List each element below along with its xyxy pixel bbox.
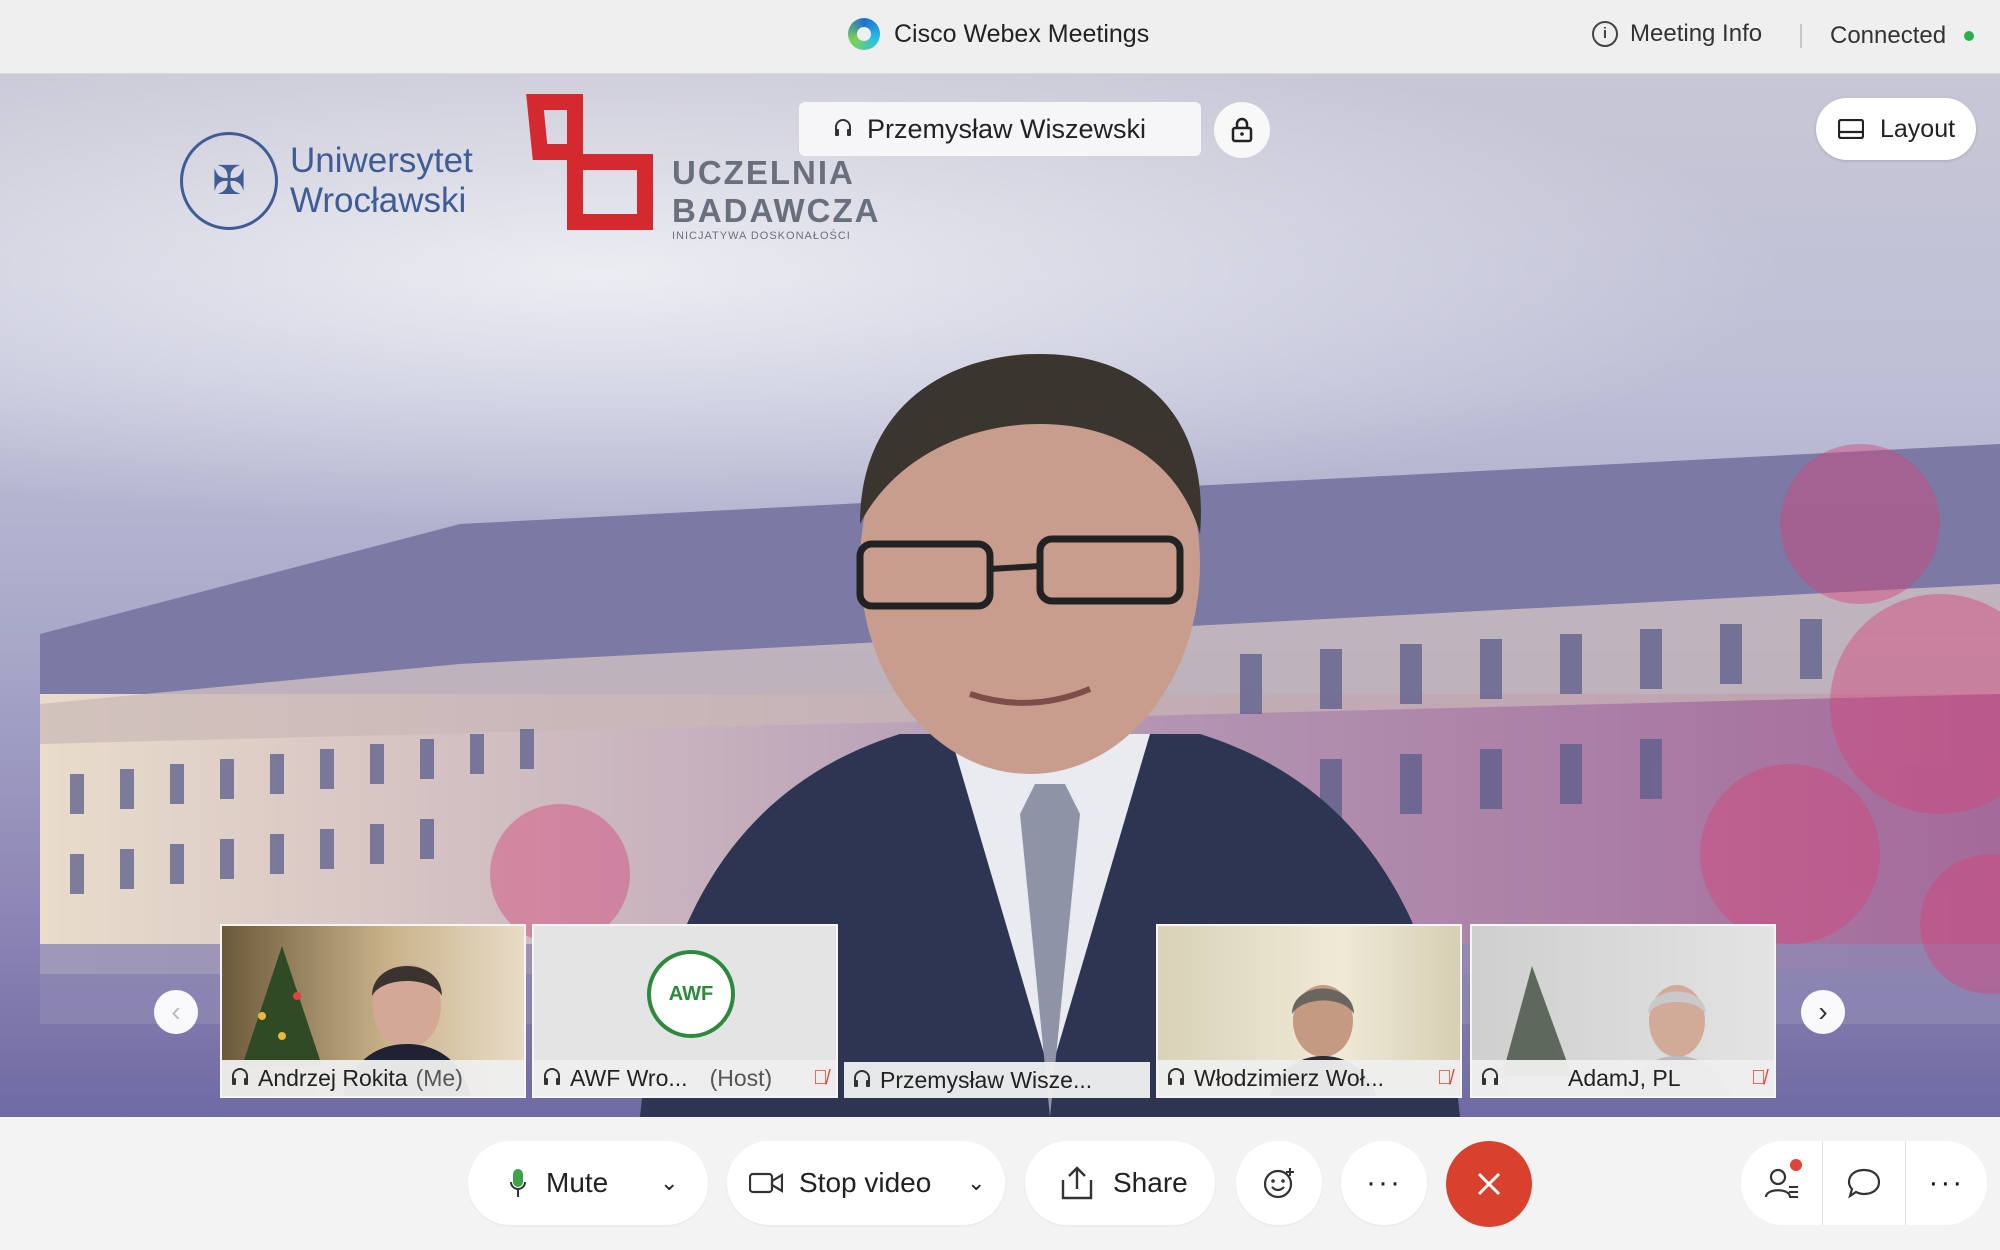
mute-options-chevron-icon[interactable]: ⌄: [660, 1170, 678, 1196]
university-name-line1: Uniwersytet: [290, 141, 473, 180]
eagle-seal-icon: ✠: [180, 132, 278, 230]
status-dot-icon: [1964, 31, 1975, 41]
tile-label: AdamJ, PL 🎙̸: [1472, 1060, 1774, 1096]
headset-icon: [232, 1068, 248, 1085]
stop-video-button[interactable]: Stop video: [727, 1141, 947, 1225]
participant-name: AWF Wro...: [570, 1064, 688, 1091]
share-icon: [1061, 1166, 1093, 1200]
participant-name: Włodzimierz Woł...: [1194, 1064, 1384, 1091]
microphone-icon: [510, 1169, 526, 1197]
more-icon: ···: [1928, 1166, 1965, 1199]
university-wroclaw-logo: ✠ Uniwersytet Wrocławski: [180, 132, 473, 230]
webex-logo-icon: [848, 18, 880, 50]
stop-video-label: Stop video: [799, 1167, 932, 1198]
app-title-group: Cisco Webex Meetings: [848, 18, 1149, 50]
more-icon: ···: [1366, 1166, 1402, 1199]
video-options-chevron-icon[interactable]: ⌄: [967, 1170, 985, 1196]
chat-button[interactable]: [1823, 1141, 1906, 1225]
university-name-line2: Wrocławski: [290, 181, 467, 220]
participant-tile[interactable]: Włodzimierz Woł... 🎙̸: [1156, 924, 1462, 1098]
tile-label: Andrzej Rokita (Me): [222, 1060, 524, 1096]
connection-status: Connected: [1830, 22, 1975, 50]
participant-tag: (Host): [709, 1064, 773, 1091]
lock-meeting-button[interactable]: [1214, 102, 1270, 158]
participant-name: Przemysław Wisze...: [880, 1066, 1093, 1093]
headset-icon: [835, 119, 851, 136]
participant-tile[interactable]: AdamJ, PL 🎙̸: [1470, 924, 1776, 1098]
meeting-controls: Mute ⌄ Stop video ⌄ Share ··· ···: [0, 1117, 2000, 1250]
tile-label: AWF Wro... (Host) 🎙̸: [534, 1060, 836, 1096]
panel-more-button[interactable]: ···: [1906, 1141, 1987, 1225]
chat-icon: [1847, 1168, 1881, 1199]
participant-tile[interactable]: Andrzej Rokita (Me): [220, 924, 526, 1098]
muted-mic-icon: 🎙̸: [813, 1066, 828, 1089]
awf-logo-text: AWF: [668, 982, 714, 1005]
share-label: Share: [1113, 1167, 1188, 1198]
participant-tile[interactable]: AWF AWF Wro... (Host) 🎙̸: [532, 924, 838, 1098]
participants-button[interactable]: [1741, 1141, 1824, 1225]
ub-text-block: UCZELNIA BADAWCZA INICJATYWA DOSKONAŁOŚC…: [672, 154, 880, 242]
headset-icon: [544, 1068, 560, 1085]
active-speaker-name: Przemysław Wiszewski: [867, 113, 1147, 144]
headset-icon: [1168, 1068, 1184, 1085]
mute-button[interactable]: Mute: [468, 1141, 640, 1225]
muted-mic-icon: 🎙̸: [1751, 1066, 1766, 1089]
app-title: Cisco Webex Meetings: [894, 19, 1150, 48]
ub-line2: BADAWCZA: [672, 192, 881, 229]
ub-mark-icon: [526, 94, 653, 230]
filmstrip-next-button[interactable]: ›: [1801, 990, 1845, 1034]
video-control: Stop video ⌄: [727, 1141, 1005, 1225]
end-meeting-button[interactable]: [1446, 1141, 1532, 1227]
layout-icon: [1838, 119, 1864, 139]
muted-mic-icon: 🎙̸: [1437, 1066, 1452, 1089]
more-options-button[interactable]: ···: [1341, 1141, 1427, 1225]
participant-name: AdamJ, PL: [1568, 1064, 1681, 1091]
meeting-info-label: Meeting Info: [1630, 20, 1763, 47]
mute-control: Mute ⌄: [468, 1141, 708, 1225]
participant-name: Andrzej Rokita: [258, 1064, 408, 1091]
share-button[interactable]: Share: [1025, 1141, 1215, 1225]
end-call-icon: [1477, 1172, 1501, 1196]
info-icon: i: [1592, 21, 1618, 47]
awf-logo-icon: AWF: [647, 950, 735, 1038]
meeting-info-button[interactable]: i Meeting Info: [1592, 20, 1762, 48]
active-speaker-label: Przemysław Wiszewski: [799, 102, 1201, 156]
participants-icon: [1764, 1168, 1798, 1198]
layout-button[interactable]: Layout: [1816, 98, 1976, 160]
ub-line1: UCZELNIA: [672, 154, 855, 191]
filmstrip-prev-button[interactable]: ‹: [154, 990, 198, 1034]
participant-tag: (Me): [415, 1064, 463, 1091]
mute-label: Mute: [546, 1167, 609, 1198]
connection-status-label: Connected: [1830, 22, 1947, 49]
notification-badge: [1790, 1159, 1803, 1171]
title-bar: Cisco Webex Meetings i Meeting Info Conn…: [0, 0, 2000, 74]
panel-controls: ···: [1741, 1141, 1987, 1225]
divider: [1800, 24, 1802, 48]
headset-icon: [1482, 1068, 1498, 1085]
university-name: Uniwersytet Wrocławski: [290, 141, 473, 221]
reactions-button[interactable]: [1236, 1141, 1322, 1225]
participant-tile[interactable]: Przemysław Wisze...: [844, 924, 1150, 1098]
layout-label: Layout: [1880, 114, 1956, 143]
camera-icon: [749, 1172, 783, 1194]
tile-label: Przemysław Wisze...: [844, 1062, 1150, 1098]
lock-icon: [1231, 117, 1253, 143]
tile-label: Włodzimierz Woł... 🎙̸: [1158, 1060, 1460, 1096]
reactions-icon: [1263, 1168, 1294, 1199]
headset-icon: [854, 1070, 870, 1087]
chevron-left-icon: ‹: [171, 996, 181, 1027]
chevron-right-icon: ›: [1818, 996, 1828, 1027]
main-video: ✠ Uniwersytet Wrocławski UCZELNIA BADAWC…: [0, 74, 2000, 1117]
ub-line3: INICJATYWA DOSKONAŁOŚCI: [672, 230, 851, 242]
